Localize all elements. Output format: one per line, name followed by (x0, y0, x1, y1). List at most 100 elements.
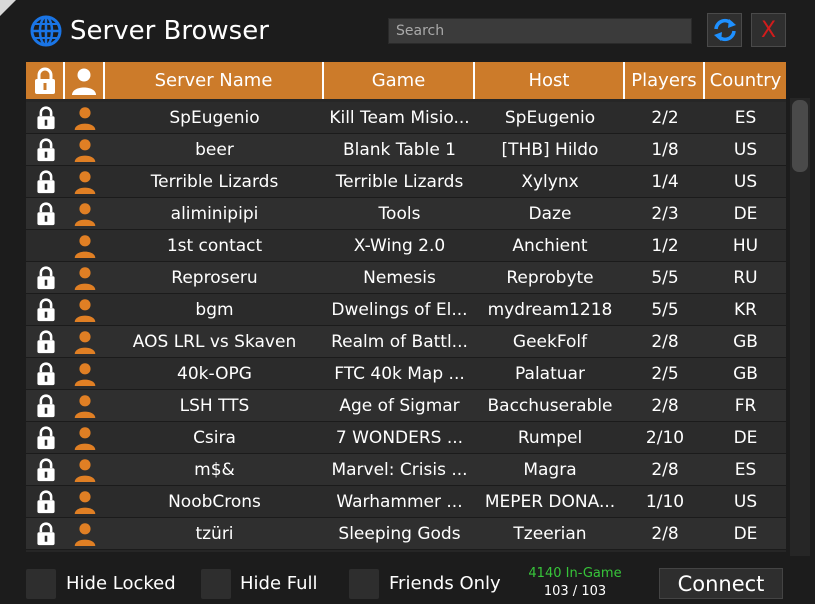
host-cell: GeekFolf (512, 332, 588, 352)
players-cell: 2/8 (651, 396, 679, 416)
server-name-cell: Reproseru (171, 268, 258, 288)
game-cell: X-Wing 2.0 (353, 236, 446, 256)
game-cell: Warhammer ... (336, 492, 463, 512)
lock-icon (26, 198, 65, 230)
table-row[interactable]: 40k-OPG FTC 40k Map ... Palatuar 2/5 GB (26, 358, 786, 390)
game-cell: FTC 40k Map ... (334, 364, 465, 384)
server-name-cell: 1st contact (166, 236, 263, 256)
host-cell: Anchient (512, 236, 588, 256)
host-cell: Bacchuserable (487, 396, 613, 416)
players-cell: 1/8 (651, 140, 679, 160)
game-column-header[interactable]: Game (324, 62, 475, 99)
server-name-cell: AOS LRL vs Skaven (132, 332, 297, 352)
hide-locked-label[interactable]: Hide Locked (66, 571, 176, 597)
user-icon (65, 134, 105, 166)
server-count: 103 / 103 (543, 584, 607, 599)
players-cell: 2/3 (651, 204, 679, 224)
players-cell: 2/5 (651, 364, 679, 384)
hide-locked-checkbox[interactable] (26, 569, 56, 599)
server-name-cell: m$& (194, 460, 235, 480)
country-cell: DE (733, 204, 758, 224)
server-table: Server Name Game Host Players Country Sp… (26, 62, 786, 552)
lock-icon (26, 358, 65, 390)
server-name-cell: tzüri (195, 524, 234, 544)
friends-only-checkbox[interactable] (349, 569, 379, 599)
server-name-cell: bgm (195, 300, 234, 320)
table-row[interactable]: LSH TTS Age of Sigmar Bacchuserable 2/8 FR (26, 390, 786, 422)
user-icon (65, 518, 105, 550)
server-name-cell: Terrible Lizards (150, 172, 279, 192)
host-cell: SpEugenio (504, 108, 596, 128)
country-cell: RU (733, 268, 758, 288)
table-row[interactable]: Terrible Lizards Terrible Lizards Xylynx 1/… (26, 166, 786, 198)
server-name-cell: NoobCrons (168, 492, 261, 512)
players-cell: 2/8 (651, 524, 679, 544)
table-row[interactable]: SpEugenio Kill Team Misio... SpEugenio 2/2 E… (26, 102, 786, 134)
game-cell: Nemesis (363, 268, 436, 288)
players-cell: 2/10 (645, 428, 685, 448)
country-cell: DE (733, 524, 758, 544)
players-cell: 2/2 (651, 108, 679, 128)
friends-only-label[interactable]: Friends Only (389, 571, 501, 597)
table-row[interactable]: NoobCrons Warhammer ... MEPER DONA... 1/10 U… (26, 486, 786, 518)
server-name-cell: LSH TTS (179, 396, 250, 416)
table-row[interactable]: Csira 7 WONDERS ... Rumpel 2/10 DE (26, 422, 786, 454)
user-icon (65, 166, 105, 198)
user-icon (65, 230, 105, 262)
country-cell: FR (734, 396, 757, 416)
game-cell: Sleeping Gods (338, 524, 461, 544)
host-cell: Palatuar (515, 364, 585, 384)
players-cell: 1/10 (645, 492, 685, 512)
refresh-button[interactable] (707, 13, 742, 47)
table-row[interactable]: tzüri Sleeping Gods Tzeerian 2/8 DE (26, 518, 786, 550)
server-name-cell: SpEugenio (169, 108, 260, 128)
lock-column-header[interactable] (26, 62, 65, 99)
table-row[interactable]: 1st contact X-Wing 2.0 Anchient 1/2 HU (26, 230, 786, 262)
host-cell: Reprobyte (506, 268, 594, 288)
country-column-header[interactable]: Country (705, 62, 786, 99)
table-row[interactable]: Reproseru Nemesis Reprobyte 5/5 RU (26, 262, 786, 294)
country-cell: DE (733, 428, 758, 448)
game-cell: Age of Sigmar (339, 396, 460, 416)
table-row[interactable]: bgm Dwelings of El... mydream1218 5/5 KR (26, 294, 786, 326)
host-cell: [THB] Hildo (501, 140, 599, 160)
lock-icon (26, 390, 65, 422)
players-cell: 1/4 (651, 172, 679, 192)
close-button[interactable]: X (751, 13, 786, 47)
game-cell: Terrible Lizards (335, 172, 464, 192)
lock-cell-empty (26, 230, 65, 262)
country-cell: GB (733, 364, 758, 384)
hide-full-label[interactable]: Hide Full (240, 571, 318, 597)
search-input[interactable] (388, 18, 692, 44)
host-cell: Daze (528, 204, 572, 224)
players-cell: 2/8 (651, 460, 679, 480)
host-column-header[interactable]: Host (475, 62, 625, 99)
country-cell: ES (734, 108, 757, 128)
user-icon (65, 390, 105, 422)
close-label: X (760, 17, 777, 43)
players-column-header[interactable]: Players (625, 62, 705, 99)
table-row[interactable]: aliminipipi Tools Daze 2/3 DE (26, 198, 786, 230)
players-cell: 1/2 (651, 236, 679, 256)
country-cell: US (733, 140, 758, 160)
in-game-count: 4140 In-Game (528, 566, 622, 581)
country-cell: US (733, 172, 758, 192)
lock-icon (26, 454, 65, 486)
server-name-cell: beer (195, 140, 234, 160)
scrollbar-thumb[interactable] (792, 100, 808, 172)
table-row[interactable]: m$& Marvel: Crisis ... Magra 2/8 ES (26, 454, 786, 486)
user-column-header[interactable] (65, 62, 105, 99)
table-row[interactable]: beer Blank Table 1 [THB] Hildo 1/8 US (26, 134, 786, 166)
server-name-cell: 40k-OPG (177, 364, 252, 384)
server-name-column-header[interactable]: Server Name (105, 62, 324, 99)
server-name-cell: Csira (193, 428, 236, 448)
game-cell: 7 WONDERS ... (335, 428, 464, 448)
hide-full-checkbox[interactable] (201, 569, 231, 599)
game-cell: Dwelings of El... (331, 300, 468, 320)
user-icon (65, 326, 105, 358)
lock-icon (26, 294, 65, 326)
table-row[interactable]: AOS LRL vs Skaven Realm of Battl... GeekFo… (26, 326, 786, 358)
connect-button[interactable]: Connect (659, 568, 783, 599)
game-cell: Tools (378, 204, 421, 224)
game-cell: Blank Table 1 (342, 140, 456, 160)
